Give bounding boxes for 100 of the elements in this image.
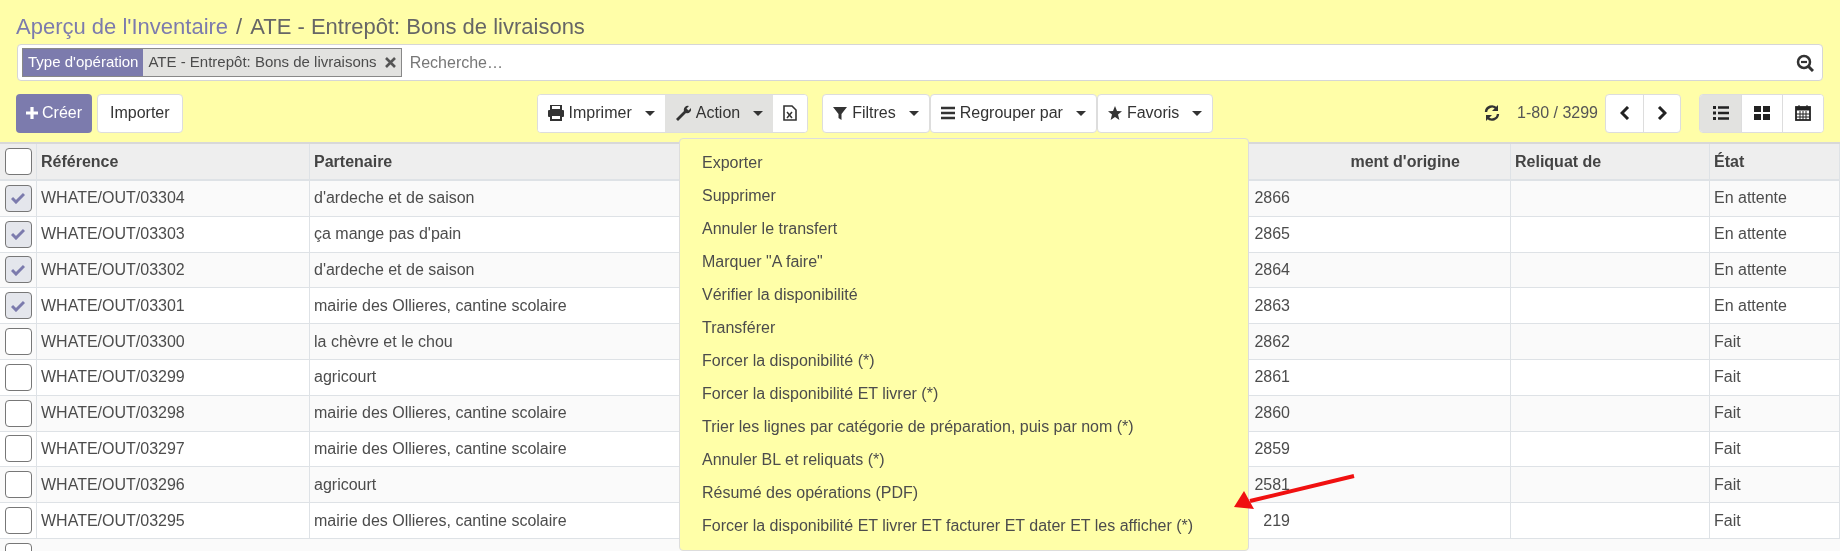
checkbox[interactable] bbox=[4, 399, 32, 427]
search-field[interactable]: Type d'opération ATE - Entrepôt: Bons de livraisons Recherche… bbox=[17, 44, 1823, 81]
table-cell-text: 2859 bbox=[1254, 438, 1290, 459]
page-title: ATE - Entrepôt: Bons de livraisons bbox=[250, 12, 585, 41]
checkbox[interactable] bbox=[4, 507, 32, 535]
table-cell-text: WHATE/OUT/03301 bbox=[41, 295, 185, 316]
create-button[interactable]: Créer bbox=[16, 93, 92, 133]
checkbox[interactable] bbox=[4, 363, 32, 391]
checkbox[interactable] bbox=[4, 220, 32, 248]
table-cell-text: Fait bbox=[1714, 474, 1741, 495]
menu-item[interactable]: Vérifier la disponibilité bbox=[702, 278, 858, 311]
table-cell-text: mairie des Ollieres, cantine scolaire bbox=[314, 510, 567, 531]
table-cell-text: 2581 bbox=[1254, 474, 1290, 495]
table-cell-text: WHATE/OUT/03303 bbox=[41, 224, 185, 245]
calendar-icon bbox=[1795, 105, 1811, 121]
table-cell-text: Fait bbox=[1714, 403, 1741, 424]
table-cell-text: mairie des Ollieres, cantine scolaire bbox=[314, 438, 567, 459]
table-cell-text: d'ardeche et de saison bbox=[314, 260, 475, 280]
checkbox[interactable] bbox=[4, 435, 32, 463]
table-cell-text: En attente bbox=[1714, 224, 1787, 245]
table-cell-text: WHATE/OUT/03302 bbox=[41, 260, 185, 280]
table-cell-text: mairie des Ollieres, cantine scolaire bbox=[314, 403, 567, 424]
menu-item[interactable]: Annuler BL et reliquats (*) bbox=[702, 443, 885, 476]
table-cell-text: 2861 bbox=[1254, 367, 1290, 388]
table-cell-text: En attente bbox=[1714, 260, 1787, 280]
dropdown-button[interactable]: Action bbox=[664, 94, 774, 132]
refresh-icon bbox=[1484, 105, 1501, 121]
list-bars-icon bbox=[940, 106, 955, 120]
star-icon bbox=[1107, 106, 1122, 120]
breadcrumb-separator: / bbox=[236, 12, 243, 41]
table-cell-text: 2860 bbox=[1254, 403, 1290, 424]
view-switch-button[interactable] bbox=[1782, 94, 1823, 132]
breadcrumb-link[interactable]: Aperçu de l'Inventaire bbox=[16, 9, 229, 43]
menu-item[interactable]: Forcer la disponibilité ET livrer (*) bbox=[702, 377, 939, 410]
menu-item[interactable]: Transférer bbox=[702, 311, 776, 344]
table-cell-text: 219 bbox=[1263, 510, 1290, 531]
facet-value: ATE - Entrepôt: Bons de livraisons bbox=[148, 52, 377, 73]
view-switch-button[interactable] bbox=[1700, 94, 1741, 132]
menu-item[interactable]: Exporter bbox=[702, 146, 763, 179]
menu-item[interactable]: Marquer "A faire" bbox=[702, 245, 823, 278]
checkmark-icon bbox=[11, 264, 25, 276]
table-cell-text: mairie des Ollieres, cantine scolaire bbox=[314, 295, 567, 316]
import-button[interactable]: Importer bbox=[97, 93, 183, 133]
table-cell-text: Fait bbox=[1714, 367, 1741, 388]
printer-icon bbox=[547, 105, 564, 121]
caret-icon bbox=[1075, 110, 1086, 116]
table-cell-text: WHATE/OUT/03298 bbox=[41, 403, 185, 424]
table-cell-text: 2865 bbox=[1254, 224, 1290, 245]
table-cell-text: agricourt bbox=[314, 367, 377, 388]
menu-item[interactable]: Résumé des opérations (PDF) bbox=[702, 476, 919, 509]
column-header[interactable]: Reliquat de bbox=[1515, 149, 1602, 174]
checkmark-icon bbox=[11, 299, 25, 312]
dropdown-button[interactable]: Filtres bbox=[822, 93, 930, 133]
column-header[interactable]: Référence bbox=[41, 149, 119, 174]
menu-item[interactable]: Supprimer bbox=[702, 179, 776, 212]
menu-item[interactable]: Trier les lignes par catégorie de préparation, puis par nom (*) bbox=[702, 410, 1134, 443]
search-facet[interactable]: Type d'opération ATE - Entrepôt: Bons de livraisons bbox=[22, 48, 402, 77]
checkbox[interactable] bbox=[4, 256, 32, 284]
table-cell-text: la chèvre et le chou bbox=[314, 331, 453, 352]
dropdown-button[interactable]: Regrouper par bbox=[929, 93, 1097, 133]
caret-icon bbox=[753, 110, 764, 116]
search-input[interactable]: Recherche… bbox=[405, 50, 1792, 75]
table-cell-text: WHATE/OUT/03297 bbox=[41, 438, 185, 459]
checkbox[interactable] bbox=[4, 328, 32, 356]
checkbox[interactable] bbox=[4, 292, 32, 320]
table-cell-text: d'ardeche et de saison bbox=[314, 188, 475, 209]
checkbox[interactable] bbox=[4, 148, 32, 175]
plus-icon bbox=[26, 107, 38, 119]
list-view-icon bbox=[1712, 105, 1729, 121]
caret-icon bbox=[908, 110, 919, 116]
column-header[interactable]: État bbox=[1714, 149, 1745, 174]
table-cell-text: Fait bbox=[1714, 510, 1741, 531]
close-icon bbox=[384, 57, 396, 68]
menu-item[interactable]: Annuler le transfert bbox=[702, 212, 838, 245]
table-cell-text: 2866 bbox=[1254, 188, 1290, 209]
menu-item[interactable]: Forcer la disponibilité ET livrer ET facturer ET dater ET les afficher (*) bbox=[702, 509, 1194, 542]
table-cell-text: WHATE/OUT/03296 bbox=[41, 474, 185, 495]
table-cell-text: En attente bbox=[1714, 295, 1787, 316]
table-cell-text: agricourt bbox=[314, 474, 377, 495]
table-cell-text: WHATE/OUT/03300 bbox=[41, 331, 185, 352]
column-header[interactable]: ment d'origine bbox=[1350, 149, 1460, 174]
table-cell-text: WHATE/OUT/03295 bbox=[41, 510, 185, 531]
table-cell-text: WHATE/OUT/03299 bbox=[41, 367, 185, 388]
dropdown-button[interactable]: Favoris bbox=[1096, 93, 1214, 133]
caret-icon bbox=[644, 110, 655, 116]
checkbox[interactable] bbox=[4, 471, 32, 499]
table-cell-text: 2864 bbox=[1254, 260, 1290, 280]
menu-item[interactable]: Forcer la disponibilité (*) bbox=[702, 344, 875, 377]
checkbox[interactable] bbox=[4, 184, 32, 212]
checkmark-icon bbox=[11, 228, 25, 241]
grid-view-icon bbox=[1754, 105, 1770, 121]
checkmark-icon bbox=[11, 192, 25, 205]
table-cell-text: 2863 bbox=[1254, 295, 1290, 316]
chevron-left-icon bbox=[1619, 106, 1630, 120]
caret-icon bbox=[1192, 110, 1203, 116]
column-header[interactable]: Partenaire bbox=[314, 149, 393, 174]
table-cell-text: Fait bbox=[1714, 331, 1741, 352]
chevron-right-icon bbox=[1657, 106, 1667, 120]
table-cell-text: 2862 bbox=[1254, 331, 1290, 352]
facet-label: Type d'opération bbox=[23, 49, 144, 76]
